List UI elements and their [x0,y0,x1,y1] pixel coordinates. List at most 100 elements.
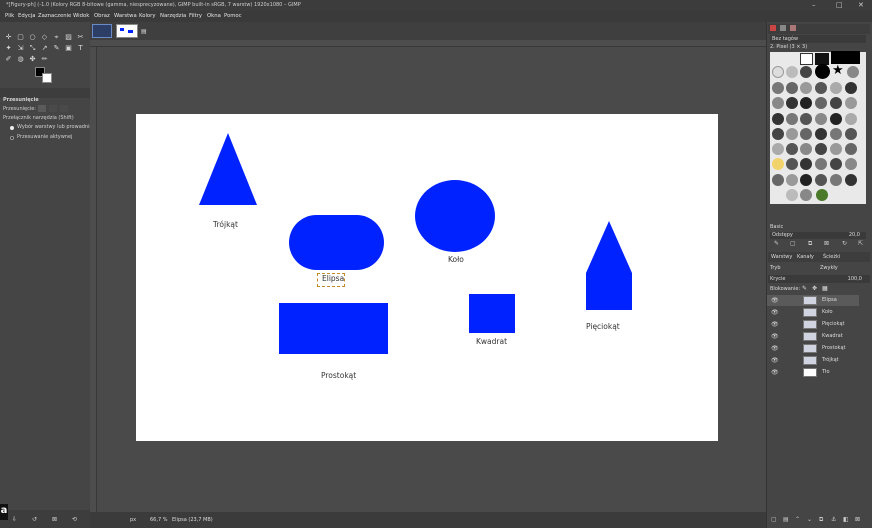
brush-texture[interactable] [786,174,798,186]
brush-star-icon[interactable]: ★ [832,64,844,78]
menu-help[interactable]: Pomoc [224,11,242,22]
brush-texture[interactable] [800,113,812,125]
lock-pixels-icon[interactable]: ✎ [802,285,807,292]
brush-pepper[interactable] [816,189,828,201]
visibility-eye-icon[interactable]: 👁 [771,307,779,318]
zoom-selector[interactable]: 66,7 % [150,512,167,528]
clone-icon[interactable]: ✐ [4,55,13,64]
restore-options-icon[interactable]: ↺ [32,516,37,523]
duplicate-layer-icon[interactable]: ⧉ [819,516,823,524]
brush-texture[interactable] [786,189,798,201]
new-brush-icon[interactable]: ▢ [790,240,796,247]
crop-icon[interactable]: ⌖ [52,33,61,42]
layer-row[interactable]: 👁 Trójkąt [767,355,859,366]
foreground-select-icon[interactable]: ✦ [4,44,13,53]
menu-windows[interactable]: Okna [207,11,221,22]
radio-pick-layer[interactable] [10,126,14,130]
brush-texture[interactable] [830,97,842,109]
unit-selector[interactable]: px [130,512,136,528]
brush-texture[interactable] [815,82,827,94]
brush-texture[interactable] [815,113,827,125]
brush-texture[interactable] [815,128,827,140]
measure-icon[interactable]: ↗ [40,44,49,53]
brush-texture[interactable] [845,158,857,170]
paintbrush-icon[interactable]: ✎ [52,44,61,53]
brush-soft[interactable] [847,66,859,78]
menu-select[interactable]: Zaznaczenie [38,11,71,22]
layer-row[interactable]: 👁 Elipsa [767,295,859,306]
brush-texture[interactable] [786,143,798,155]
brush-texture[interactable] [772,97,784,109]
patterns-tab-icon[interactable] [780,25,786,31]
brush-texture[interactable] [845,97,857,109]
delete-options-icon[interactable]: ⊠ [52,516,57,523]
visibility-eye-icon[interactable]: 👁 [771,355,779,366]
layer-row[interactable]: 👁 Koło [767,307,859,318]
brush-texture[interactable] [830,82,842,94]
brush-texture[interactable] [830,113,842,125]
reset-options-icon[interactable]: ⟲ [72,516,77,523]
brush-texture[interactable] [830,158,842,170]
opacity-slider[interactable]: Krycie 100,0 [768,275,870,283]
visibility-eye-icon[interactable]: 👁 [771,319,779,330]
lasso-icon[interactable]: ○ [28,33,37,42]
scale-icon[interactable]: ⇲ [16,44,25,53]
brush-texture[interactable] [800,128,812,140]
move-selection-toggle[interactable] [49,105,57,112]
close-button[interactable]: ✕ [858,0,864,11]
menu-file[interactable]: Plik [5,11,14,22]
mask-layer-icon[interactable]: ◧ [843,516,849,523]
delete-brush-icon[interactable]: ⊠ [824,240,829,247]
menu-filters[interactable]: Filtry [189,11,202,22]
brush-texture[interactable] [800,158,812,170]
color-picker-icon[interactable]: ✤ [28,55,37,64]
brush-texture[interactable] [845,82,857,94]
perspective-icon[interactable]: ⤡ [28,44,37,53]
option-pick-layer[interactable]: Wybór warstwy lub prowadnicy [17,124,95,130]
brush-texture[interactable] [786,113,798,125]
brush-texture[interactable] [786,97,798,109]
move-tool-icon[interactable]: ✛ [4,33,13,42]
brush-texture[interactable] [800,82,812,94]
warp-icon[interactable]: ✂ [76,33,85,42]
tab-paths[interactable]: Ścieżki [823,252,840,262]
minimize-button[interactable]: – [812,0,816,11]
brush-texture[interactable] [800,97,812,109]
move-path-toggle[interactable] [60,105,68,112]
open-brush-icon[interactable]: ⇱ [858,240,863,247]
layer-row[interactable]: 👁 Tło [767,367,859,378]
save-options-icon[interactable]: ⇩ [12,516,17,523]
lock-alpha-icon[interactable]: ▦ [822,285,828,292]
edit-brush-icon[interactable]: ✎ [774,240,779,247]
duplicate-brush-icon[interactable]: ⧉ [808,240,812,248]
bucket-fill-icon[interactable]: ▣ [64,44,73,53]
lock-position-icon[interactable]: ✥ [812,285,817,292]
layer-row[interactable]: 👁 Prostokąt [767,343,859,354]
visibility-eye-icon[interactable]: 👁 [771,367,779,378]
new-layer-icon[interactable]: ▢ [771,516,777,523]
brush-hard[interactable] [800,66,812,78]
brush-texture[interactable] [800,143,812,155]
layer-row[interactable]: 👁 Pięciokąt [767,319,859,330]
option-move-active[interactable]: Przesuwanie aktywnej [17,134,72,140]
layer-row[interactable]: 👁 Kwadrat [767,331,859,342]
move-layer-toggle[interactable] [38,105,46,112]
brush-texture[interactable] [845,143,857,155]
spacing-slider[interactable]: Odstępy 20,0 [770,232,866,239]
image-tab-1[interactable] [92,24,112,38]
lower-layer-icon[interactable]: ⌄ [807,516,812,523]
tab-channels[interactable]: Kanały [797,252,814,262]
brush-texture[interactable] [845,174,857,186]
brush-texture[interactable] [815,158,827,170]
menu-tools[interactable]: Narzędzia [160,11,186,22]
visibility-eye-icon[interactable]: 👁 [771,295,779,306]
mode-select[interactable]: Zwykły [820,265,838,271]
brush-texture[interactable] [772,82,784,94]
brush-color[interactable] [772,158,784,170]
image-tab-2[interactable] [116,24,138,38]
brush-texture[interactable] [830,143,842,155]
pencil-icon[interactable]: ✏ [40,55,49,64]
brush-texture[interactable] [830,174,842,186]
brush-selected[interactable] [800,53,813,65]
radio-move-active[interactable] [10,136,14,140]
